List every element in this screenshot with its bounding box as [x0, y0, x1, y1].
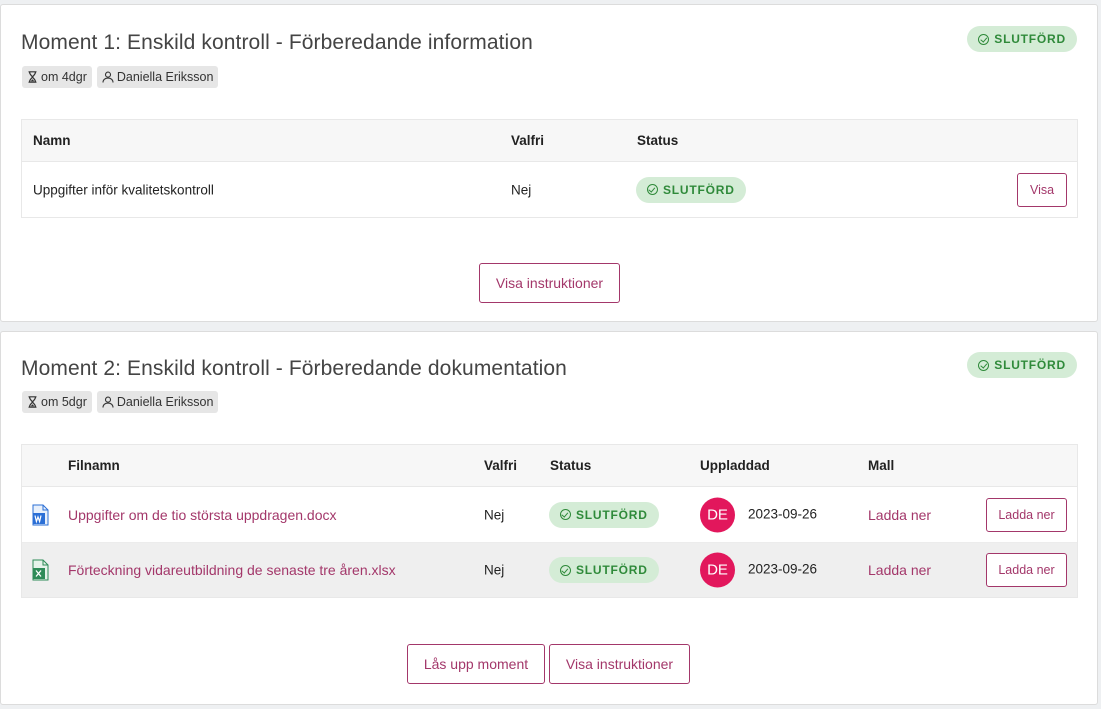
row-status-badge: SLUTFÖRD: [549, 557, 659, 583]
table-header: Filnamn Valfri Status Uppladdad Mall: [22, 445, 1077, 487]
download-button[interactable]: Ladda ner: [986, 553, 1067, 587]
download-button[interactable]: Ladda ner: [986, 497, 1067, 532]
file-link[interactable]: Uppgifter om de tio största uppdragen.do…: [68, 507, 337, 523]
moment-2-table: Filnamn Valfri Status Uppladdad Mall Upp…: [21, 444, 1078, 598]
template-download-link[interactable]: Ladda ner: [868, 507, 931, 523]
user-icon: [102, 71, 114, 83]
due-chip: om 5dgr: [22, 391, 92, 413]
moment-2-title: Moment 2: Enskild kontroll - Förberedand…: [21, 357, 567, 380]
column-header-template: Mall: [868, 458, 895, 473]
user-chip-label: Daniella Eriksson: [116, 70, 214, 84]
table-row: Uppgifter om de tio största uppdragen.do…: [22, 487, 1077, 542]
optional-value: Nej: [484, 562, 505, 578]
moment-1-status-badge: SLUTFÖRD: [967, 26, 1077, 52]
due-chip: om 4dgr: [22, 66, 92, 88]
optional-value: Nej: [511, 182, 532, 197]
status-label: SLUTFÖRD: [576, 507, 648, 522]
check-circle-icon: [978, 33, 990, 45]
column-header-filename: Filnamn: [68, 458, 120, 473]
hourglass-icon: [28, 396, 37, 408]
column-header-status: Status: [550, 458, 592, 473]
status-label: SLUTFÖRD: [994, 358, 1066, 372]
status-label: SLUTFÖRD: [663, 182, 735, 197]
moment-1-meta: om 4dgr Daniella Eriksson: [22, 66, 219, 88]
avatar: DE: [700, 552, 735, 588]
optional-value: Nej: [484, 507, 505, 522]
check-circle-icon: [560, 564, 571, 576]
table-header: Namn Valfri Status: [22, 120, 1077, 162]
row-status-badge: SLUTFÖRD: [636, 176, 746, 203]
view-button[interactable]: Visa: [1017, 172, 1067, 207]
user-chip: Daniella Eriksson: [96, 66, 219, 88]
column-header-optional: Valfri: [511, 133, 545, 148]
hourglass-icon: [28, 71, 37, 83]
show-instructions-button[interactable]: Visa instruktioner: [549, 644, 690, 684]
moment-2-card: Moment 2: Enskild kontroll - Förberedand…: [0, 331, 1098, 705]
moment-1-table: Namn Valfri Status Uppgifter inför kvali…: [21, 119, 1078, 218]
excel-file-icon: [32, 559, 49, 581]
column-header-name: Namn: [33, 133, 71, 148]
column-header-optional: Valfri: [484, 458, 518, 473]
user-icon: [102, 396, 114, 408]
file-link[interactable]: Förteckning vidareutbildning de senaste …: [68, 562, 396, 578]
status-label: SLUTFÖRD: [994, 32, 1066, 46]
moment-1-card: Moment 1: Enskild kontroll - Förberedand…: [0, 4, 1098, 322]
show-instructions-button[interactable]: Visa instruktioner: [479, 263, 620, 303]
upload-date: 2023-09-26: [748, 561, 818, 577]
check-circle-icon: [978, 359, 990, 371]
word-file-icon: [32, 504, 49, 525]
due-chip-label: om 4dgr: [41, 70, 87, 84]
due-chip-label: om 5dgr: [41, 395, 87, 409]
task-name: Uppgifter inför kvalitetskontroll: [33, 182, 214, 197]
avatar: DE: [700, 497, 735, 532]
column-header-status: Status: [637, 133, 679, 148]
check-circle-icon: [560, 509, 571, 520]
upload-date: 2023-09-26: [748, 506, 818, 521]
row-status-badge: SLUTFÖRD: [549, 501, 659, 528]
user-chip-label: Daniella Eriksson: [116, 395, 214, 409]
moment-2-meta: om 5dgr Daniella Eriksson: [22, 391, 219, 413]
check-circle-icon: [647, 184, 658, 195]
table-row: Förteckning vidareutbildning de senaste …: [22, 542, 1077, 597]
template-download-link[interactable]: Ladda ner: [868, 562, 931, 578]
column-header-uploaded: Uppladdad: [700, 458, 770, 473]
user-chip: Daniella Eriksson: [96, 391, 219, 413]
status-label: SLUTFÖRD: [576, 563, 648, 577]
moment-2-status-badge: SLUTFÖRD: [967, 352, 1077, 378]
unlock-moment-button[interactable]: Lås upp moment: [407, 644, 545, 684]
moment-1-title: Moment 1: Enskild kontroll - Förberedand…: [21, 31, 533, 54]
table-row: Uppgifter inför kvalitetskontroll Nej SL…: [22, 162, 1077, 217]
